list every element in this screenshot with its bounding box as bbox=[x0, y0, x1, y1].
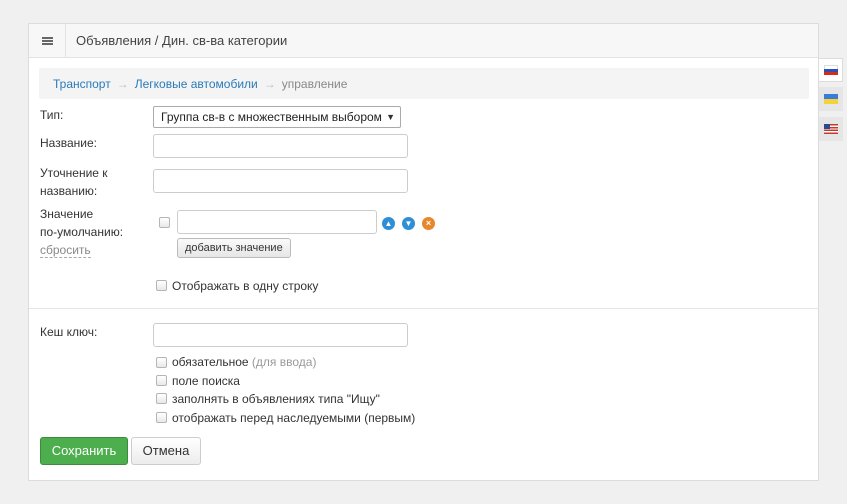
cancel-button[interactable]: Отмена bbox=[131, 437, 201, 465]
clarification-label-line2: названию: bbox=[40, 184, 98, 198]
clarification-input[interactable] bbox=[153, 169, 408, 193]
breadcrumb-current: управление bbox=[281, 76, 348, 91]
main-panel: Объявления / Дин. св-ва категории Трансп… bbox=[28, 23, 819, 481]
fill-wanted-label: заполнять в объявлениях типа "Ищу" bbox=[172, 392, 380, 406]
panel-header: Объявления / Дин. св-ва категории bbox=[29, 24, 818, 58]
add-value-button[interactable]: добавить значение bbox=[177, 238, 291, 258]
breadcrumb-link-transport[interactable]: Транспорт bbox=[53, 77, 111, 91]
reset-link[interactable]: сбросить bbox=[40, 243, 91, 258]
show-before-inherited-label: отображать перед наследуемыми (первым) bbox=[172, 411, 416, 425]
required-label: обязательное (для ввода) bbox=[172, 355, 316, 369]
required-checkbox[interactable] bbox=[156, 357, 167, 368]
flag-ukraine-icon bbox=[824, 94, 838, 104]
breadcrumb-link-cars[interactable]: Легковые автомобили bbox=[135, 77, 258, 91]
type-select[interactable]: Группа св-в с множественным выбором ▼ bbox=[153, 106, 401, 128]
default-value-checkbox[interactable] bbox=[159, 217, 170, 228]
default-value-label-line2: по-умолчанию: bbox=[40, 225, 124, 239]
reset-link-wrap: сбросить bbox=[40, 241, 91, 259]
save-button[interactable]: Сохранить bbox=[40, 437, 128, 465]
language-tab-ru[interactable] bbox=[819, 58, 843, 82]
type-select-value: Группа св-в с множественным выбором bbox=[161, 110, 382, 124]
required-label-text: обязательное bbox=[172, 355, 249, 369]
search-field-label: поле поиска bbox=[172, 374, 240, 388]
hamburger-icon bbox=[41, 36, 53, 45]
single-line-label: Отображать в одну строку bbox=[172, 279, 319, 293]
divider bbox=[29, 308, 818, 309]
type-label: Тип: bbox=[40, 108, 64, 122]
name-label: Название: bbox=[40, 136, 97, 150]
language-tab-uk[interactable] bbox=[819, 87, 843, 111]
dropdown-arrow-icon: ▼ bbox=[386, 112, 395, 122]
breadcrumb-separator: → bbox=[116, 76, 129, 91]
move-up-icon[interactable]: ▲ bbox=[382, 217, 395, 230]
breadcrumb-separator: → bbox=[263, 76, 276, 91]
required-hint: (для ввода) bbox=[251, 355, 317, 369]
flag-usa-icon bbox=[824, 124, 838, 134]
delete-icon[interactable]: × bbox=[422, 217, 435, 230]
page-title: Объявления / Дин. св-ва категории bbox=[76, 33, 288, 48]
search-field-checkbox[interactable] bbox=[156, 375, 167, 386]
breadcrumb: Транспорт → Легковые автомобили → управл… bbox=[39, 68, 809, 99]
default-value-input[interactable] bbox=[177, 210, 377, 234]
cache-key-label: Кеш ключ: bbox=[40, 325, 98, 339]
flag-russia-icon bbox=[823, 65, 838, 75]
clarification-label-line1: Уточнение к bbox=[40, 166, 108, 180]
language-tab-en[interactable] bbox=[819, 117, 843, 141]
move-down-icon[interactable]: ▼ bbox=[402, 217, 415, 230]
menu-toggle-button[interactable] bbox=[29, 24, 66, 57]
cache-key-input[interactable] bbox=[153, 323, 408, 347]
single-line-checkbox[interactable] bbox=[156, 280, 167, 291]
default-value-label-line1: Значение bbox=[40, 207, 94, 221]
show-before-inherited-checkbox[interactable] bbox=[156, 412, 167, 423]
fill-wanted-checkbox[interactable] bbox=[156, 393, 167, 404]
name-input[interactable] bbox=[153, 134, 408, 158]
